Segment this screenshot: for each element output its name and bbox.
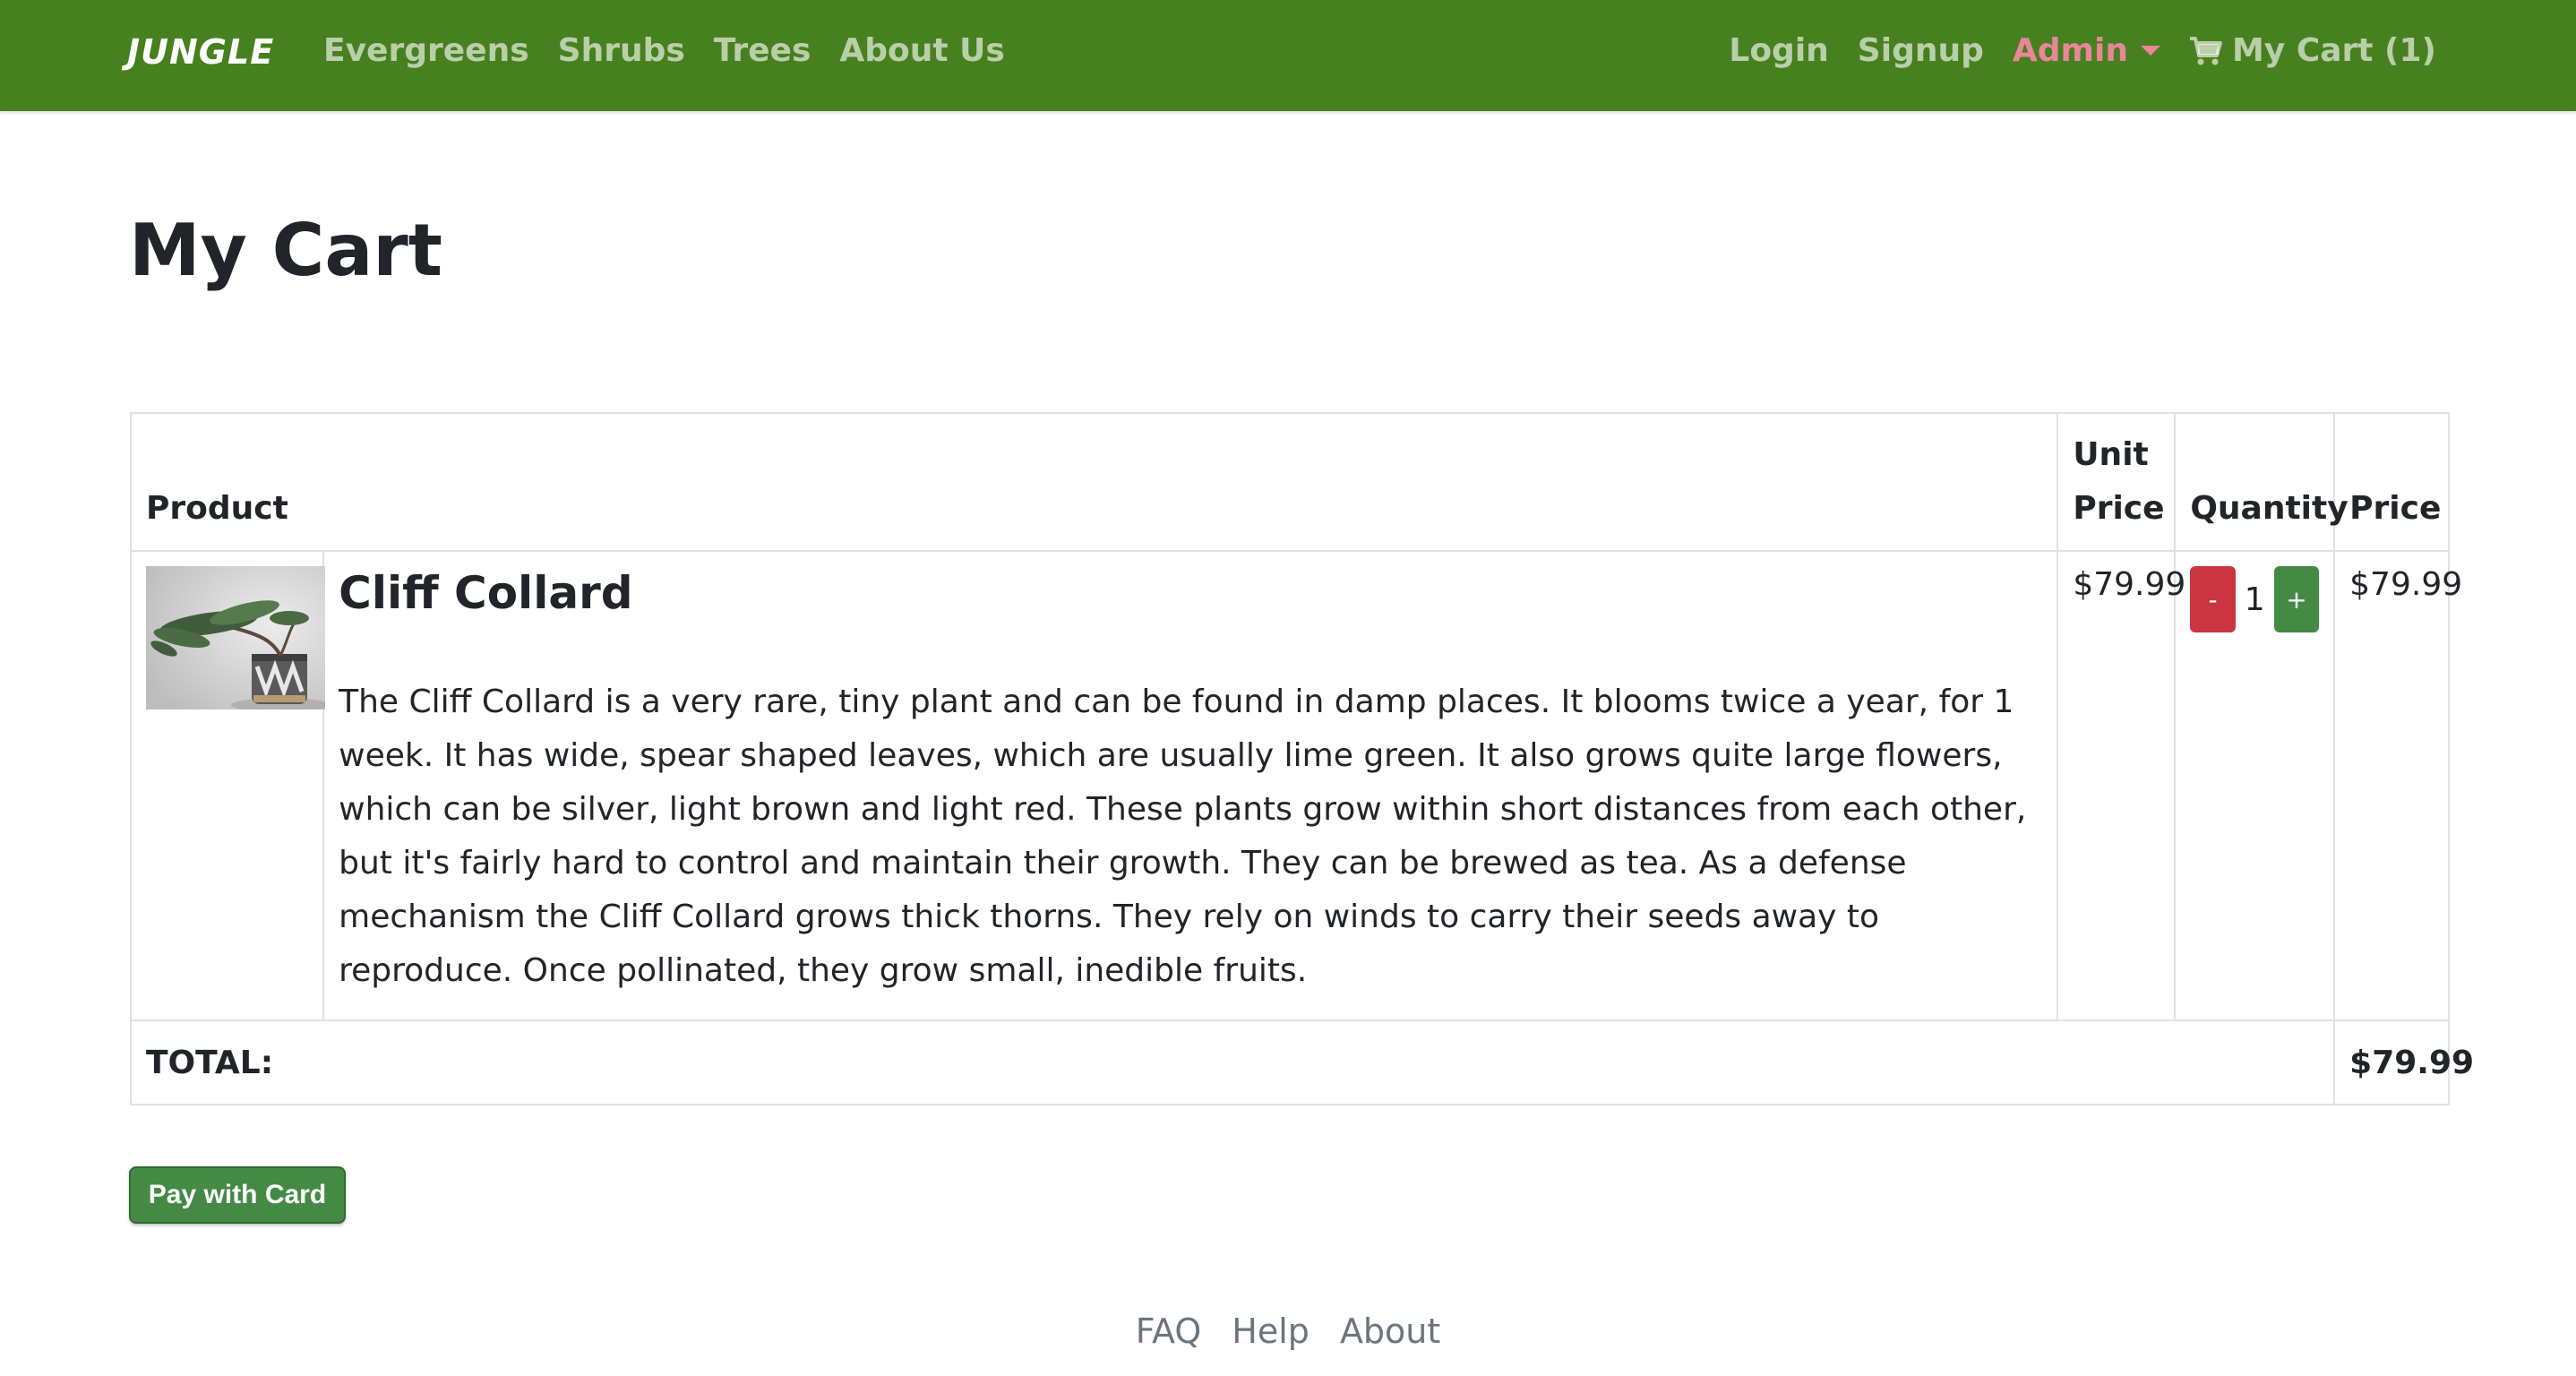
product-image [146,566,325,710]
cart-table: Product Unit Price Quantity Price Cliff … [129,412,2474,1105]
table-header-row: Product Unit Price Quantity Price [129,412,2450,552]
header-price: Price [2333,412,2450,552]
product-info-cell: Cliff Collard The Cliff Collard is a ver… [322,550,2059,1021]
nav-link-trees[interactable]: Trees [714,32,811,69]
account-nav: Login Signup Admin My Cart (1) [1729,32,2436,69]
product-description: The Cliff Collard is a very rare, tiny p… [339,684,2027,989]
navbar: JUNGLE Evergreens Shrubs Trees About Us … [0,0,2576,111]
quantity-stepper: - 1 + [2190,566,2320,632]
nav-link-shrubs[interactable]: Shrubs [558,32,685,69]
header-quantity: Quantity [2174,412,2348,552]
admin-dropdown[interactable]: Admin [2013,32,2160,69]
table-row: Cliff Collard The Cliff Collard is a ver… [129,550,2462,1021]
footer-link-about[interactable]: About [1340,1312,1440,1351]
footer-link-help[interactable]: Help [1232,1312,1309,1351]
admin-label: Admin [2012,32,2128,69]
increase-quantity-button[interactable]: + [2273,566,2320,632]
login-link[interactable]: Login [1729,32,1828,69]
category-nav: Evergreens Shrubs Trees About Us [323,32,1005,69]
my-cart-label: My Cart (1) [2232,32,2436,69]
product-image-cell [129,550,325,1021]
quantity-value: 1 [2244,580,2265,618]
pay-with-card-button[interactable]: Pay with Card [129,1166,346,1224]
my-cart-link[interactable]: My Cart (1) [2189,32,2436,69]
total-label: TOTAL: [129,1019,2336,1105]
line-price-cell: $79.99 [2333,550,2462,1021]
decrease-quantity-button[interactable]: - [2190,566,2236,632]
shopping-cart-icon [2189,36,2223,66]
header-product: Product [129,412,2059,552]
page-title: My Cart [129,209,442,292]
caret-down-icon [2141,46,2160,56]
total-row: TOTAL: $79.99 [129,1019,2474,1105]
footer-link-faq[interactable]: FAQ [1136,1312,1202,1351]
brand-logo[interactable]: JUNGLE [127,32,274,72]
quantity-cell: - 1 + [2174,550,2336,1021]
header-unit-price: Unit Price [2057,412,2177,552]
unit-price-cell: $79.99 [2057,550,2185,1021]
nav-link-evergreens[interactable]: Evergreens [323,32,529,69]
nav-link-about-us[interactable]: About Us [839,32,1004,69]
total-value: $79.99 [2333,1019,2474,1105]
product-name[interactable]: Cliff Collard [339,566,2042,620]
footer: FAQ Help About [0,1312,2576,1351]
signup-link[interactable]: Signup [1858,32,1984,69]
